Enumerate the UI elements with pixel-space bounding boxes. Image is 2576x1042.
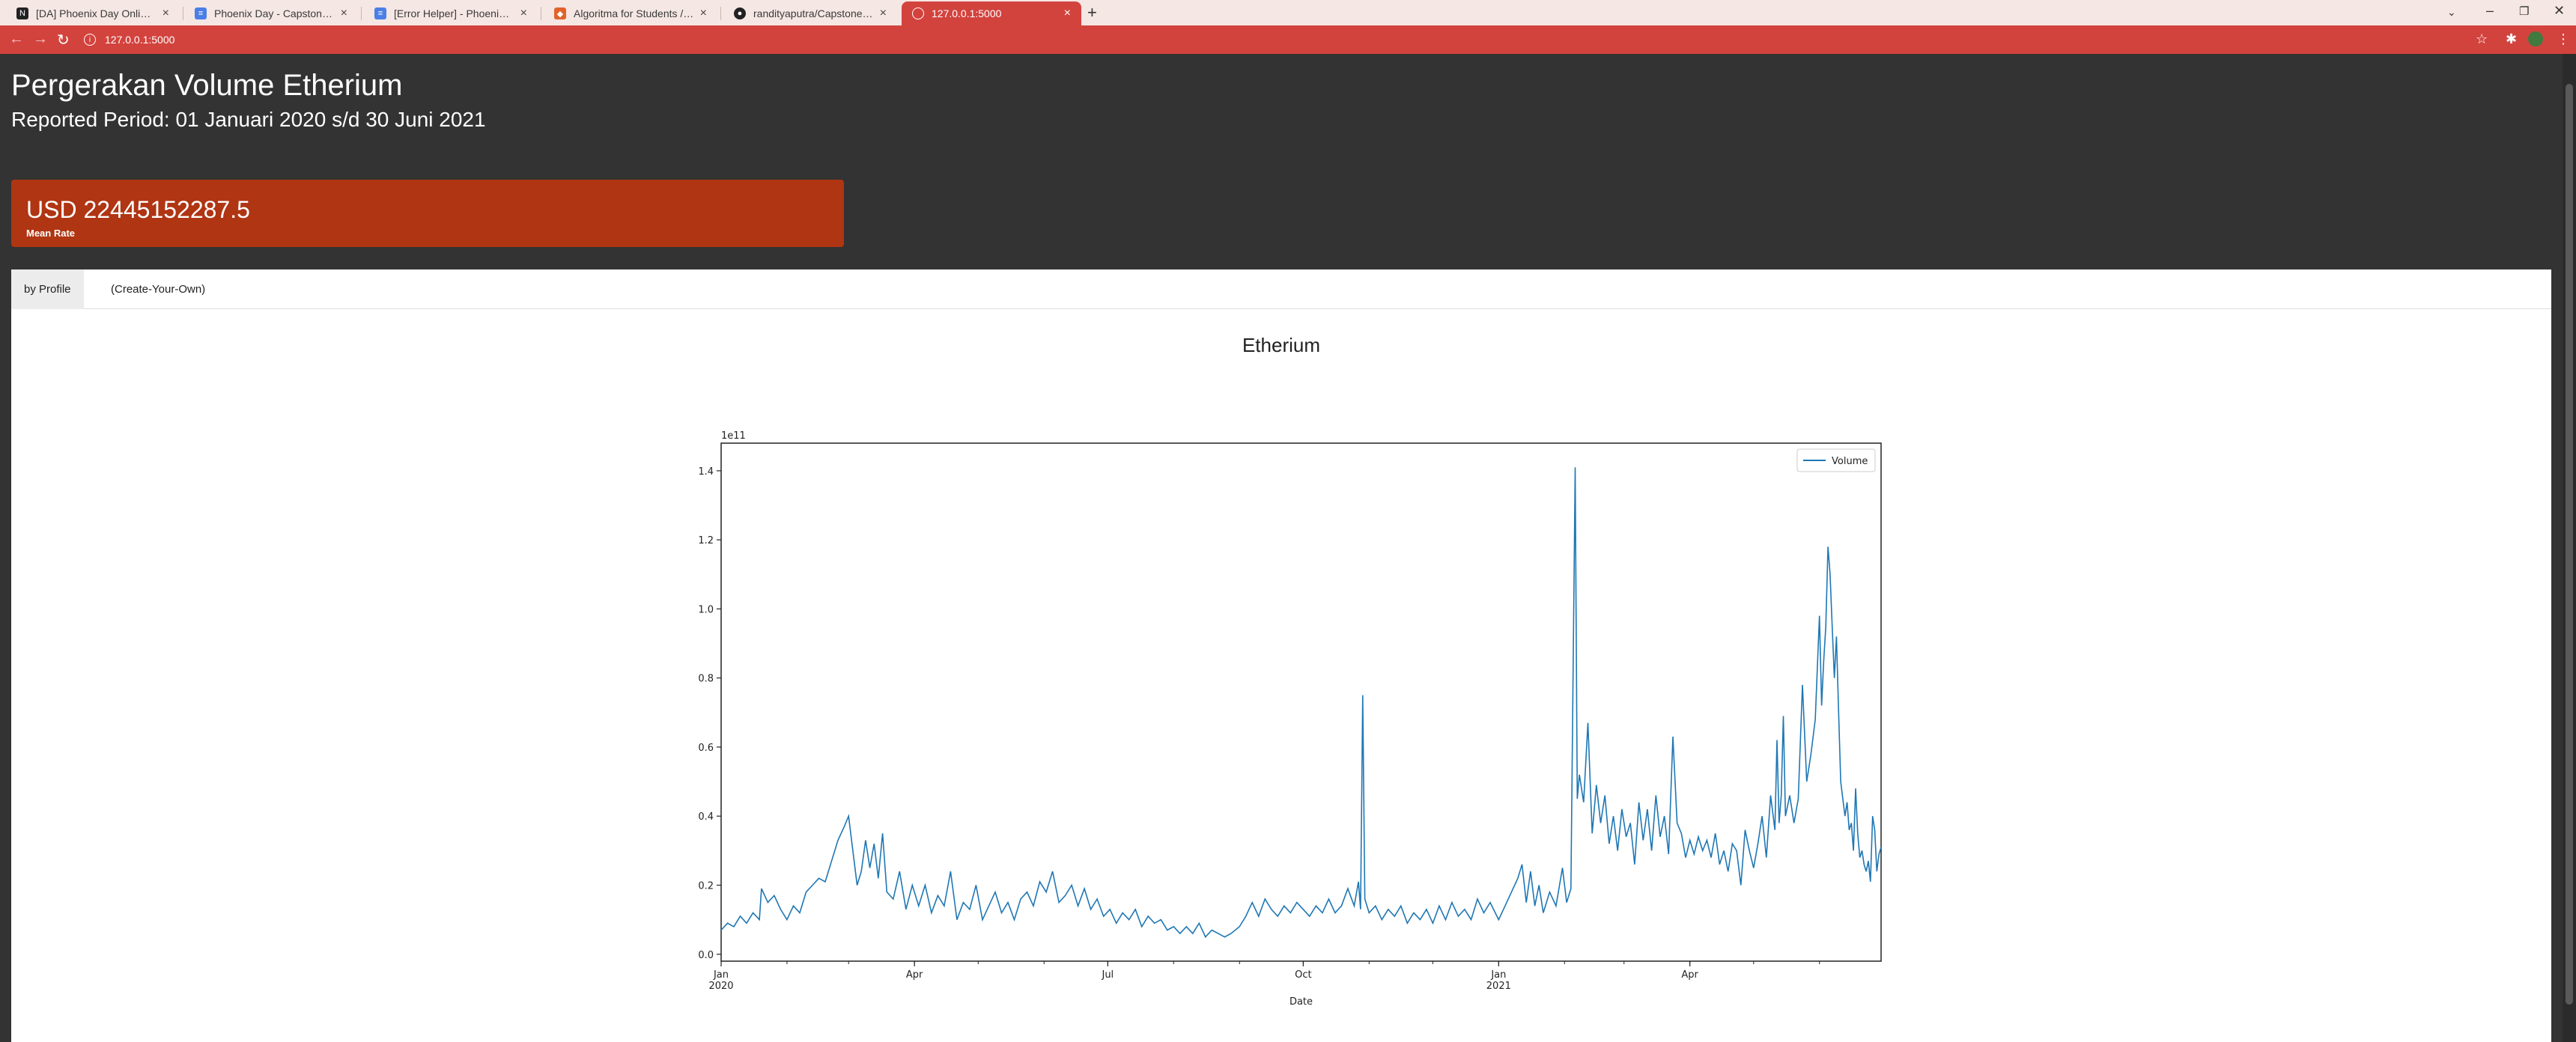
browser-tab-1[interactable]: N [DA] Phoenix Day Online Algorit ×: [6, 1, 180, 25]
x-axis-label: Date: [1289, 996, 1313, 1008]
tab-title: Phoenix Day - Capstone Data An: [214, 7, 335, 19]
extensions-icon[interactable]: ✱: [2506, 31, 2517, 47]
browser-tab-active[interactable]: 127.0.0.1:5000 ×: [902, 1, 1081, 25]
browser-tab-2[interactable]: ≡ Phoenix Day - Capstone Data An ×: [184, 1, 358, 25]
browser-tab-3[interactable]: ≡ [Error Helper] - Phoenix Day Onl ×: [364, 1, 538, 25]
y-offset-label: 1e11: [721, 430, 746, 442]
scrollbar-thumb[interactable]: [2566, 84, 2573, 1005]
reload-button[interactable]: ↻: [57, 31, 70, 49]
page-title: Pergerakan Volume Etherium: [11, 69, 403, 102]
url-text: 127.0.0.1:5000: [105, 34, 175, 46]
plot-frame: [720, 442, 1882, 962]
x-tick-label: Apr: [906, 969, 923, 981]
tab-title: [Error Helper] - Phoenix Day Onl: [394, 7, 514, 19]
docs-icon: ≡: [195, 7, 207, 19]
tab-divider: [361, 7, 362, 20]
new-tab-button[interactable]: +: [1087, 3, 1097, 22]
y-tick-label: 1.2: [698, 535, 714, 546]
browser-toolbar: ← → ↻ i 127.0.0.1:5000 ☆ ✱ ⋮: [0, 25, 2576, 54]
x-tick-label: Jul: [1101, 969, 1114, 981]
browser-tab-5[interactable]: ● randityaputra/Capstone_webscr ×: [723, 1, 897, 25]
mean-rate-card: USD 22445152287.5 Mean Rate: [11, 180, 844, 247]
tab-title: [DA] Phoenix Day Online Algorit: [36, 7, 157, 19]
close-icon[interactable]: ×: [700, 7, 707, 20]
x-tick-sublabel: 2020: [708, 981, 733, 992]
avatar[interactable]: [2528, 31, 2543, 46]
tab-search-icon[interactable]: ⌄: [2447, 6, 2456, 19]
browser-tab-4[interactable]: ◆ Algoritma for Students / Academ ×: [544, 1, 717, 25]
page-scrollbar[interactable]: [2563, 54, 2576, 1042]
close-icon[interactable]: ×: [341, 7, 347, 20]
restore-button[interactable]: ❐: [2519, 4, 2529, 18]
x-tick-label: Jan: [713, 969, 729, 981]
tab-divider: [720, 7, 721, 20]
back-button[interactable]: ←: [9, 31, 24, 48]
forward-button[interactable]: →: [33, 31, 48, 48]
chart-panel: by Profile (Create-Your-Own) Etherium 0.…: [11, 269, 2551, 1042]
volume-line-chart: 0.00.20.40.60.81.01.21.41e11Jan2020Apr Ju…: [698, 430, 1882, 1008]
x-tick-label: Apr: [1681, 969, 1698, 981]
globe-icon: [912, 7, 924, 19]
github-icon: ●: [734, 7, 746, 19]
x-tick-label: Oct: [1295, 969, 1311, 981]
tab-title: Algoritma for Students / Academ: [574, 7, 694, 19]
close-icon[interactable]: ×: [520, 7, 527, 20]
x-tick-label: Jan: [1490, 969, 1506, 981]
tab-title: randityaputra/Capstone_webscr: [753, 7, 874, 19]
y-tick-label: 0.6: [698, 743, 714, 754]
y-tick-label: 1.0: [698, 604, 714, 615]
close-icon[interactable]: ×: [880, 7, 887, 20]
y-tick-label: 0.2: [698, 881, 714, 892]
mean-rate-label: Mean Rate: [26, 228, 76, 239]
browser-tab-strip: N [DA] Phoenix Day Online Algorit × ≡ Ph…: [0, 0, 2576, 25]
series-line-volume: [720, 467, 1882, 939]
mean-rate-value: USD 22445152287.5: [26, 196, 250, 223]
x-tick-sublabel: 2021: [1486, 981, 1511, 992]
tab-title: 127.0.0.1:5000: [932, 7, 1002, 19]
bookmark-star-icon[interactable]: ☆: [2476, 31, 2488, 47]
address-bar[interactable]: i 127.0.0.1:5000: [84, 30, 174, 49]
close-icon[interactable]: ×: [1064, 7, 1071, 20]
close-icon[interactable]: ×: [162, 7, 169, 20]
menu-icon[interactable]: ⋮: [2557, 31, 2570, 47]
y-tick-label: 0.0: [698, 950, 714, 961]
gitlab-icon: ◆: [554, 7, 566, 19]
minimize-button[interactable]: –: [2486, 3, 2494, 19]
y-tick-label: 0.4: [698, 811, 714, 823]
y-tick-label: 0.8: [698, 674, 714, 685]
y-tick-label: 1.4: [698, 466, 714, 478]
window-close-button[interactable]: ✕: [2554, 3, 2565, 19]
legend-label: Volume: [1832, 456, 1868, 467]
reported-period: Reported Period: 01 Januari 2020 s/d 30 …: [11, 108, 486, 131]
notion-icon: N: [16, 7, 28, 19]
docs-icon: ≡: [374, 7, 386, 19]
info-icon[interactable]: i: [84, 34, 96, 46]
